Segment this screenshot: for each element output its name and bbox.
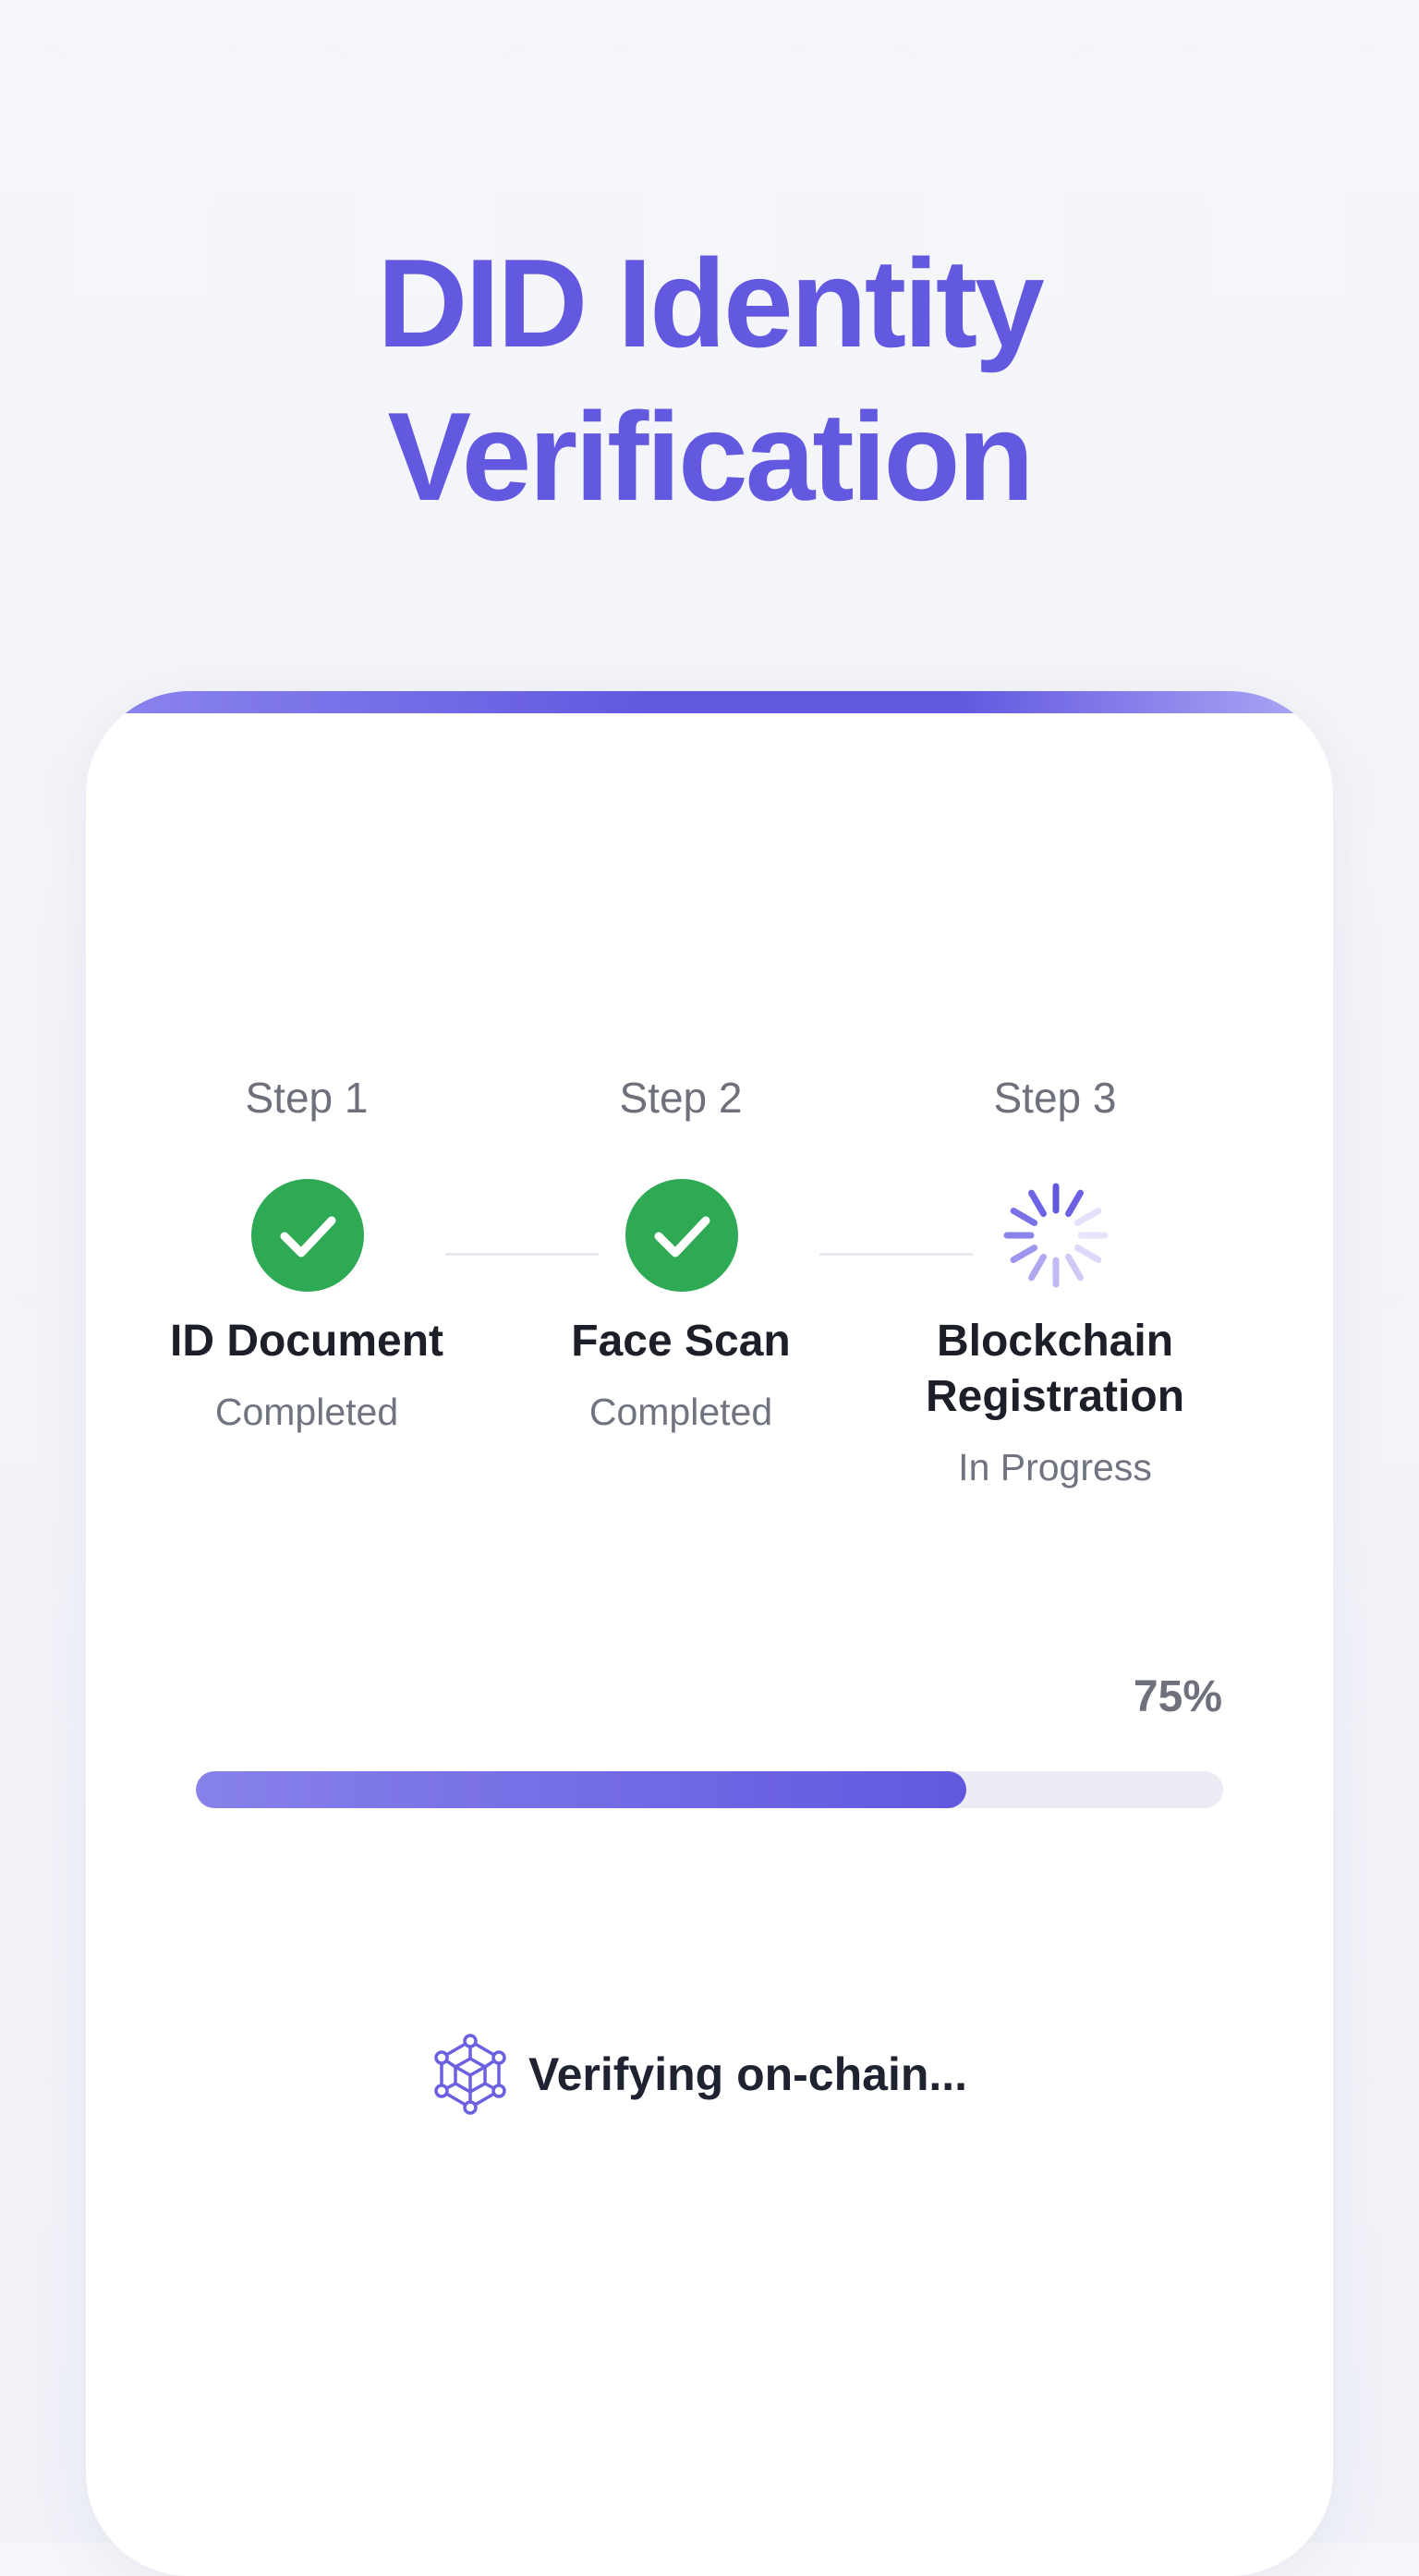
check-icon	[251, 1179, 364, 1292]
step-face-scan: Step 2 Face Scan Completed	[515, 1072, 847, 1433]
loading-spinner-icon	[1000, 1179, 1112, 1292]
verification-status: Verifying on-chain...	[432, 2033, 967, 2116]
step-3-name: Blockchain Registration	[889, 1314, 1221, 1425]
step-1-status: Completed	[214, 1391, 399, 1433]
progress-percent: 75%	[1133, 1672, 1222, 1721]
step-blockchain-registration: Step 3 Blockchain Registration In Progre…	[889, 1072, 1221, 1497]
step-1-label: Step 1	[245, 1074, 369, 1122]
card-accent-bar	[86, 691, 1333, 713]
step-1-name: ID Document	[169, 1317, 443, 1366]
verification-status-text: Verifying on-chain...	[528, 2048, 968, 2100]
step-3-label: Step 3	[993, 1074, 1117, 1122]
step-2-status: Completed	[588, 1391, 773, 1433]
verification-card: Step 1 ID Document Completed Step 2 Face…	[86, 691, 1333, 2576]
page-title: DID Identity Verification	[0, 226, 1419, 533]
step-2-name: Face Scan	[571, 1317, 791, 1366]
title-line-1: DID Identity	[377, 233, 1045, 373]
step-3-name-line-2: Registration	[925, 1372, 1185, 1421]
progress-bar	[196, 1771, 1223, 1808]
title-line-2: Verification	[387, 386, 1034, 527]
blockchain-cube-icon	[432, 2033, 508, 2116]
step-id-document: Step 1 ID Document Completed	[140, 1072, 473, 1433]
step-3-status: In Progress	[958, 1446, 1152, 1488]
check-icon	[625, 1179, 738, 1292]
step-3-name-line-1: Blockchain	[936, 1317, 1174, 1366]
progress-bar-fill	[196, 1771, 966, 1808]
step-2-label: Step 2	[619, 1074, 743, 1122]
